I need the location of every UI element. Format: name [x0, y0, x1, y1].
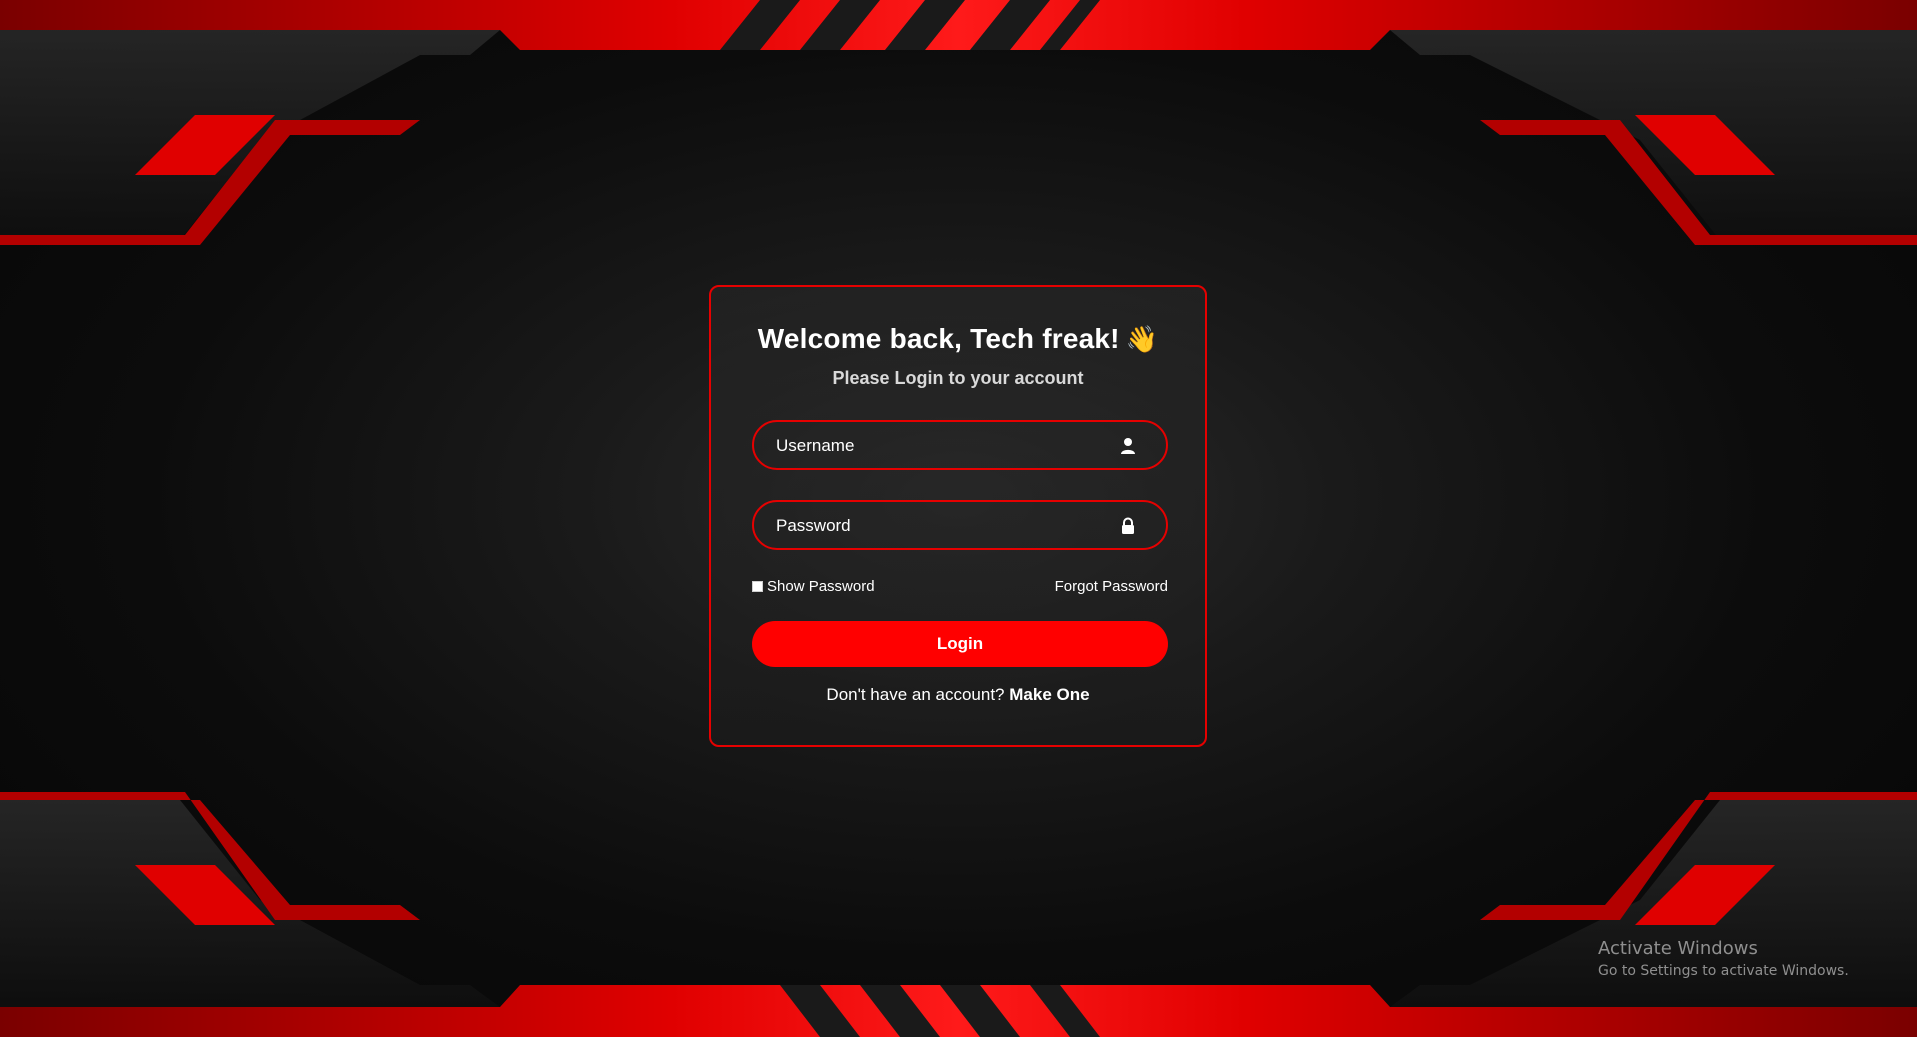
forgot-password-link[interactable]: Forgot Password — [1055, 578, 1168, 595]
password-field-wrapper — [752, 500, 1168, 550]
login-subtitle: Please Login to your account — [832, 368, 1084, 388]
user-icon — [1121, 438, 1135, 454]
signup-prompt: Don't have an account? Make One — [711, 685, 1205, 705]
activate-windows-title: Activate Windows — [1598, 938, 1758, 959]
welcome-title-text: Welcome back, Tech freak! — [757, 323, 1120, 354]
show-password-toggle[interactable]: Show Password — [752, 578, 875, 595]
show-password-label: Show Password — [767, 578, 875, 595]
login-options-row: Show Password Forgot Password — [752, 578, 1168, 600]
lock-icon — [1122, 517, 1134, 534]
show-password-checkbox[interactable] — [752, 581, 763, 592]
login-page: Welcome back, Tech freak! 👋 Please Login … — [0, 0, 1917, 1037]
login-card: Welcome back, Tech freak! 👋 Please Login … — [709, 285, 1207, 747]
username-field-wrapper — [752, 420, 1168, 470]
password-input[interactable] — [774, 502, 1108, 550]
signup-prompt-text: Don't have an account? — [826, 685, 1005, 704]
login-button[interactable]: Login — [752, 621, 1168, 667]
make-one-link[interactable]: Make One — [1009, 685, 1089, 704]
activate-windows-watermark: Activate Windows Go to Settings to activ… — [1598, 938, 1849, 979]
activate-windows-subtitle: Go to Settings to activate Windows. — [1598, 963, 1849, 979]
waving-hand-icon: 👋 — [1125, 324, 1159, 354]
username-input[interactable] — [774, 422, 1108, 470]
welcome-title: Welcome back, Tech freak! 👋 — [711, 323, 1205, 355]
